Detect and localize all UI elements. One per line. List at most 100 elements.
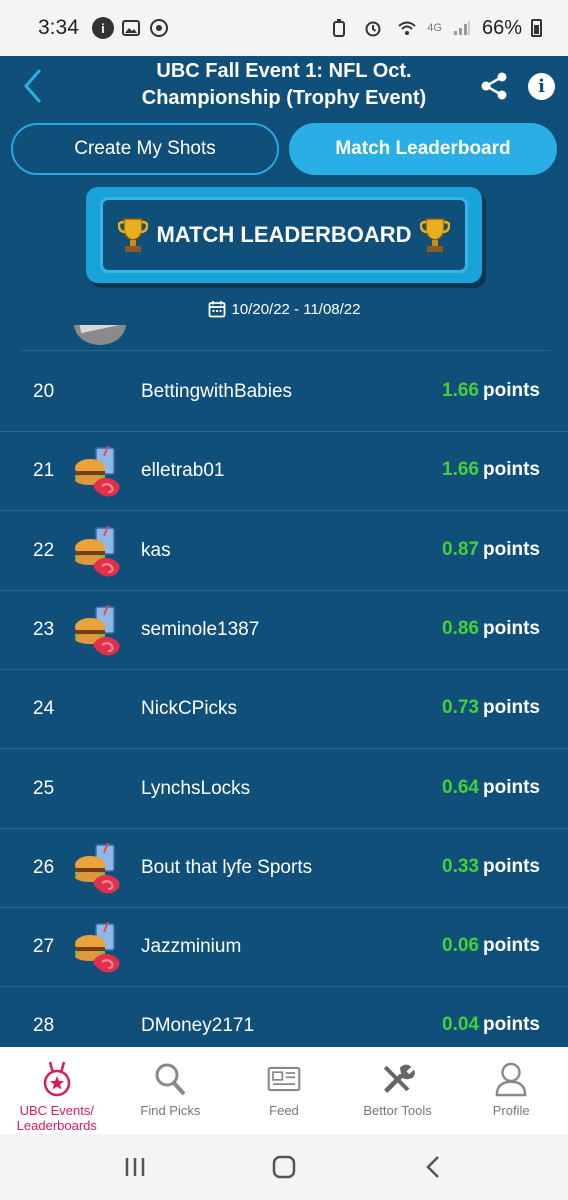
row-rank: 21 bbox=[33, 460, 55, 482]
row-username[interactable]: elletrab01 bbox=[141, 460, 224, 482]
row-username[interactable]: Jazzminium bbox=[141, 936, 241, 958]
chrome-notification-icon bbox=[148, 17, 170, 39]
row-username[interactable]: DMoney2171 bbox=[141, 1015, 254, 1037]
search-icon bbox=[155, 1063, 186, 1096]
food-icon bbox=[75, 445, 120, 497]
wifi-icon bbox=[396, 17, 418, 39]
table-row[interactable]: 26 Bout that lyfe Sports 0.33 points bbox=[0, 829, 568, 908]
row-score: 1.66 points bbox=[442, 380, 540, 402]
avatar bbox=[72, 604, 128, 657]
nav-bettor-tools[interactable]: Bettor Tools bbox=[341, 1047, 455, 1134]
table-row[interactable]: 21 elletrab01 1.66 points bbox=[0, 432, 568, 512]
table-row[interactable]: 28 DMoney2171 0.04 points bbox=[0, 987, 568, 1047]
page-title-line1: UBC Fall Event 1: NFL Oct. bbox=[156, 60, 412, 82]
battery-saver-icon bbox=[328, 17, 350, 39]
row-username[interactable]: kas bbox=[141, 540, 171, 562]
avatar bbox=[72, 842, 128, 895]
nav-label: Bettor Tools bbox=[363, 1103, 432, 1118]
row-rank: 26 bbox=[33, 856, 55, 878]
points-unit: points bbox=[483, 617, 540, 639]
row-rank: 25 bbox=[33, 777, 55, 799]
recent-apps-icon bbox=[125, 1158, 144, 1176]
chevron-left-icon bbox=[24, 69, 42, 103]
row-username[interactable]: Bout that lyfe Sports bbox=[141, 857, 312, 879]
chevron-left-icon bbox=[426, 1156, 440, 1178]
page-title-line2: Championship (Trophy Event) bbox=[141, 87, 427, 109]
row-username[interactable]: seminole1387 bbox=[141, 619, 259, 641]
points-value: 0.06 bbox=[442, 935, 479, 957]
info-notification-icon: i bbox=[91, 17, 114, 39]
info-button[interactable]: i bbox=[528, 73, 555, 100]
leaderboard-banner: MATCH LEADERBOARD bbox=[86, 187, 482, 283]
row-rank: 28 bbox=[33, 1015, 55, 1037]
points-value: 0.04 bbox=[442, 1014, 479, 1036]
table-row[interactable]: 25 LynchsLocks 0.64 points bbox=[0, 750, 568, 829]
table-row[interactable]: 23 seminole1387 0.86 points bbox=[0, 591, 568, 670]
nav-find-picks[interactable]: Find Picks bbox=[114, 1047, 228, 1134]
trophy-icon bbox=[419, 218, 450, 252]
app-header: UBC Fall Event 1: NFL Oct. Championship … bbox=[0, 56, 568, 122]
row-score: 0.86 points bbox=[442, 618, 540, 640]
status-time: 3:34 bbox=[38, 16, 79, 39]
tab-create-my-shots[interactable]: Create My Shots bbox=[11, 123, 279, 175]
nav-feed[interactable]: Feed bbox=[227, 1047, 341, 1134]
table-row[interactable]: 20 BettingwithBabies 1.66 points bbox=[0, 353, 568, 432]
tools-icon bbox=[383, 1064, 415, 1093]
points-unit: points bbox=[483, 935, 540, 957]
row-score: 0.04 points bbox=[442, 1014, 540, 1036]
share-icon bbox=[481, 72, 507, 100]
points-unit: points bbox=[483, 459, 540, 481]
recent-apps-button[interactable] bbox=[115, 1147, 155, 1187]
points-unit: points bbox=[483, 776, 540, 798]
row-score: 0.64 points bbox=[442, 777, 540, 799]
row-rank: 23 bbox=[33, 618, 55, 640]
row-rank: 20 bbox=[33, 381, 55, 402]
share-button[interactable] bbox=[478, 70, 510, 102]
row-rank: 27 bbox=[33, 936, 55, 958]
nav-label: Leaderboards bbox=[16, 1118, 97, 1133]
divider bbox=[20, 350, 550, 351]
date-range: 10/20/22 - 11/08/22 bbox=[0, 300, 568, 318]
medal-icon bbox=[43, 1061, 71, 1097]
system-back-button[interactable] bbox=[413, 1147, 453, 1187]
points-unit: points bbox=[483, 380, 540, 401]
row-username[interactable]: LynchsLocks bbox=[141, 778, 250, 800]
table-row[interactable]: 27 Jazzminium 0.06 points bbox=[0, 908, 568, 988]
row-username[interactable]: BettingwithBabies bbox=[141, 381, 292, 403]
table-row[interactable]: 22 kas 0.87 points bbox=[0, 512, 568, 591]
points-value: 0.33 bbox=[442, 855, 479, 877]
network-type: 4G bbox=[427, 22, 442, 34]
profile-icon bbox=[495, 1062, 527, 1097]
points-value: 1.66 bbox=[442, 459, 479, 481]
avatar bbox=[72, 921, 128, 974]
avatar bbox=[72, 445, 128, 498]
row-score: 1.66 points bbox=[442, 459, 540, 481]
food-icon bbox=[75, 525, 120, 577]
nav-label: Feed bbox=[269, 1103, 299, 1118]
leaderboard-list[interactable]: 20 BettingwithBabies 1.66 points 21 elletrab0… bbox=[0, 325, 568, 1047]
newspaper-icon bbox=[267, 1066, 301, 1092]
date-range-text: 10/20/22 - 11/08/22 bbox=[231, 300, 361, 318]
row-rank: 24 bbox=[33, 698, 55, 720]
tab-match-leaderboard[interactable]: Match Leaderboard bbox=[289, 123, 557, 175]
home-button[interactable] bbox=[264, 1147, 304, 1187]
bottom-nav: UBC Events/Leaderboards Find Picks Feed … bbox=[0, 1047, 568, 1134]
points-unit: points bbox=[483, 538, 540, 560]
alarm-icon bbox=[362, 17, 384, 39]
row-rank: 22 bbox=[33, 539, 55, 561]
points-unit: points bbox=[483, 697, 540, 719]
nav-profile[interactable]: Profile bbox=[454, 1047, 568, 1134]
battery-icon bbox=[531, 19, 542, 37]
nav-label: UBC Events/ bbox=[19, 1103, 94, 1118]
back-button[interactable] bbox=[20, 66, 50, 106]
points-unit: points bbox=[483, 855, 540, 877]
trophy-icon bbox=[118, 218, 149, 252]
points-value: 1.66 bbox=[442, 380, 479, 401]
calendar-icon bbox=[208, 301, 225, 318]
info-icon: i bbox=[538, 76, 545, 97]
row-username[interactable]: NickCPicks bbox=[141, 698, 237, 720]
table-row[interactable]: 24 NickCPicks 0.73 points bbox=[0, 670, 568, 750]
row-score: 0.87 points bbox=[442, 539, 540, 561]
points-value: 0.64 bbox=[442, 776, 479, 798]
nav-ubc-events[interactable]: UBC Events/Leaderboards bbox=[0, 1047, 114, 1134]
